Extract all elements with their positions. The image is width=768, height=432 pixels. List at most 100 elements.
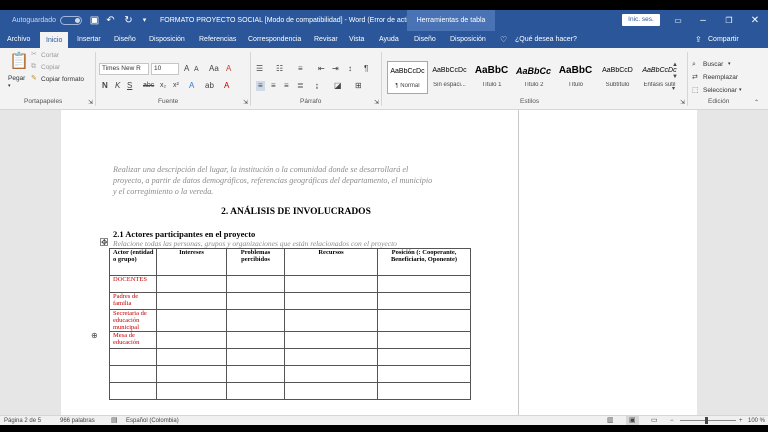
find-dropdown-icon[interactable]: ▾ [728, 61, 731, 67]
table-cell[interactable] [226, 331, 285, 349]
tell-me-search[interactable]: ¿Qué desea hacer? [515, 31, 577, 48]
select-dropdown-icon[interactable]: ▾ [739, 87, 742, 93]
format-painter-button[interactable]: Copiar formato [41, 76, 84, 83]
tab-table-layout[interactable]: Disposición [450, 31, 486, 48]
tab-inicio[interactable]: Inicio [40, 32, 69, 48]
undo-icon[interactable]: ↶ [104, 14, 117, 27]
tab-insertar[interactable]: Insertar [77, 31, 101, 48]
ribbon-display-options-icon[interactable]: ▭ [665, 10, 691, 31]
redo-icon[interactable]: ↻ [122, 14, 135, 27]
subscript-icon[interactable]: x₂ [160, 81, 166, 91]
proofing-icon[interactable]: ▤ [111, 416, 118, 425]
style-no-spacing[interactable]: AaBbCcDc Sin espaci... [429, 61, 470, 94]
table-cell[interactable] [377, 309, 471, 332]
actor-cell[interactable] [109, 382, 157, 400]
zoom-slider-thumb[interactable] [705, 417, 708, 424]
font-name-select[interactable]: Times New R [99, 63, 149, 75]
table-cell[interactable] [377, 348, 471, 366]
save-icon[interactable]: ▣ [88, 14, 101, 27]
paste-button[interactable]: Pegar [8, 75, 25, 82]
table-cell[interactable] [226, 382, 285, 400]
copy-icon[interactable]: ⧉ [31, 62, 36, 72]
bullets-icon[interactable]: ☰ [256, 64, 263, 74]
header-intereses[interactable]: Intereses [156, 248, 227, 276]
table-cell[interactable] [156, 382, 227, 400]
autosave-toggle[interactable] [60, 16, 82, 25]
cut-button[interactable]: Cortar [41, 52, 59, 59]
document-area[interactable]: Realizar una descripción del lugar, la i… [0, 110, 768, 415]
stakeholders-table[interactable]: Actor (entidad o grupo) Intereses Proble… [109, 248, 471, 400]
table-cell[interactable] [156, 309, 227, 332]
style-heading-2[interactable]: AaBbCc Título 2 [513, 61, 554, 94]
show-marks-icon[interactable]: ¶ [364, 64, 368, 74]
minimize-button[interactable]: – [690, 10, 716, 31]
sort-icon[interactable]: ↕ [348, 64, 352, 74]
tab-ayuda[interactable]: Ayuda [379, 31, 399, 48]
actor-cell[interactable]: Mesa de educación [109, 331, 157, 349]
style-normal[interactable]: AaBbCcDc ¶ Normal [387, 61, 428, 94]
select-icon[interactable]: ⬚ [692, 86, 699, 96]
select-button[interactable]: Seleccionar [703, 87, 737, 94]
find-icon[interactable]: ⌕ [692, 60, 696, 70]
header-recursos[interactable]: Recursos [284, 248, 378, 276]
zoom-in-icon[interactable]: + [739, 416, 743, 425]
actor-cell[interactable]: Padres de familia [109, 292, 157, 310]
table-cell[interactable] [226, 275, 285, 293]
borders-icon[interactable]: ⊞ [355, 81, 362, 91]
superscript-icon[interactable]: x² [173, 81, 179, 91]
table-cell[interactable] [284, 309, 378, 332]
header-actor[interactable]: Actor (entidad o grupo) [109, 248, 157, 276]
clear-formatting-icon[interactable]: A [226, 64, 231, 74]
tab-revisar[interactable]: Revisar [314, 31, 338, 48]
align-right-icon[interactable]: ≡ [284, 81, 289, 91]
shading-icon[interactable]: ◪ [334, 81, 342, 91]
language-indicator[interactable]: Español (Colombia) [126, 416, 179, 425]
zoom-level[interactable]: 100 % [748, 416, 765, 425]
align-left-icon[interactable]: ≡ [256, 81, 265, 91]
table-cell[interactable] [284, 331, 378, 349]
font-color-icon[interactable]: A [224, 81, 229, 91]
page-count[interactable]: Página 2 de 5 [4, 416, 41, 425]
tab-disposicion[interactable]: Disposición [149, 31, 185, 48]
numbering-icon[interactable]: ☷ [276, 64, 283, 74]
font-size-select[interactable]: 10 [151, 63, 179, 75]
table-cell[interactable] [377, 382, 471, 400]
font-launcher-icon[interactable]: ⇲ [243, 98, 248, 108]
strikethrough-icon[interactable]: abc [143, 81, 154, 91]
copy-button[interactable]: Copiar [41, 64, 60, 71]
decrease-indent-icon[interactable]: ⇤ [318, 64, 325, 74]
table-cell[interactable] [156, 348, 227, 366]
table-cell[interactable] [226, 309, 285, 332]
actor-cell[interactable]: DOCENTES [109, 275, 157, 293]
table-cell[interactable] [377, 365, 471, 383]
text-effects-icon[interactable]: A [189, 81, 194, 91]
share-button[interactable]: Compartir [708, 31, 739, 48]
tab-diseno[interactable]: Diseño [114, 31, 136, 48]
word-count[interactable]: 966 palabras [60, 416, 95, 425]
underline-icon[interactable]: S [127, 81, 132, 91]
table-cell[interactable] [377, 275, 471, 293]
increase-indent-icon[interactable]: ⇥ [332, 64, 339, 74]
styles-more-icon[interactable]: ▾ [672, 84, 675, 94]
web-layout-icon[interactable]: ▭ [651, 416, 658, 425]
paste-icon[interactable]: 📋 [9, 54, 29, 70]
table-cell[interactable] [226, 365, 285, 383]
replace-icon[interactable]: ⇄ [692, 73, 698, 83]
table-cell[interactable] [377, 292, 471, 310]
close-button[interactable]: ✕ [742, 10, 768, 31]
style-heading-1[interactable]: AaBbC Título 1 [471, 61, 512, 94]
highlight-icon[interactable]: ab [205, 81, 214, 91]
justify-icon[interactable]: ≣ [297, 81, 304, 91]
table-cell[interactable] [377, 331, 471, 349]
find-button[interactable]: Buscar [703, 61, 723, 68]
actor-cell[interactable] [109, 348, 157, 366]
style-title[interactable]: AaBbC Título [555, 61, 596, 94]
table-cell[interactable] [284, 292, 378, 310]
table-cell[interactable] [156, 331, 227, 349]
table-move-handle-icon[interactable]: ✥ [100, 238, 108, 247]
header-posicion[interactable]: Posición (: Cooperante, Beneficiario, Op… [377, 248, 471, 276]
styles-scroll-up-icon[interactable]: ▲ [672, 60, 678, 70]
change-case-icon[interactable]: Aa [209, 64, 219, 74]
table-cell[interactable] [284, 382, 378, 400]
shrink-font-icon[interactable]: A [194, 65, 199, 75]
